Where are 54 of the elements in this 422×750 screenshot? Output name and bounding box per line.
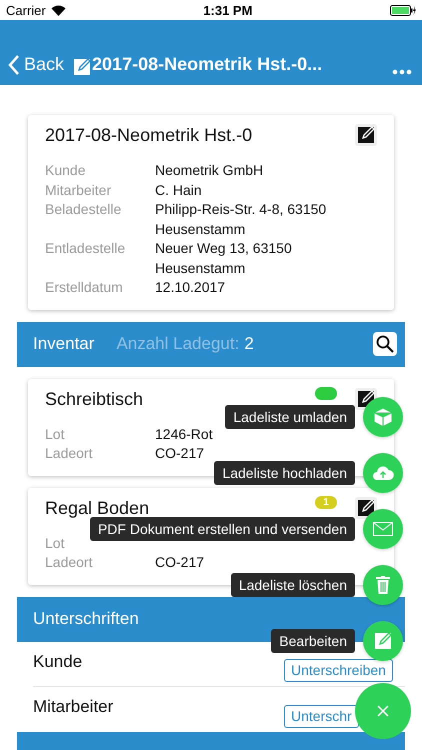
count-label: Anzahl Ladegut:: [116, 334, 240, 354]
edit-icon: [358, 500, 374, 516]
action-tooltip: PDF Dokument erstellen und versenden: [90, 517, 355, 541]
field-value: Philipp-Reis-Str. 4-8, 63150 Heusenstamm: [155, 200, 328, 238]
field-label: Ladeort: [45, 553, 94, 572]
cube-icon: [372, 406, 394, 428]
edit-icon: [358, 127, 374, 143]
field-label: Entladestelle: [45, 239, 126, 258]
field-value: 1246-Rot: [155, 424, 213, 444]
field-label: Kunde: [45, 161, 86, 180]
wifi-icon: [50, 4, 66, 16]
edit-icon: [375, 633, 391, 649]
signer-label: Mitarbeiter: [33, 697, 114, 717]
clock-time: 1:31 PM: [203, 2, 252, 18]
count-badge: 1: [315, 496, 337, 508]
edit-icon: [74, 59, 90, 75]
edit-button[interactable]: [355, 124, 377, 146]
back-button[interactable]: Back: [8, 54, 64, 75]
field-label: Lot: [45, 424, 66, 444]
envelope-icon: [373, 522, 393, 536]
carrier-label: Carrier: [6, 2, 46, 18]
action-tooltip: Ladeliste hochladen: [214, 461, 355, 485]
battery-icon: [390, 4, 416, 16]
section-title: Unterschriften: [33, 609, 139, 629]
field-label: Mitarbeiter: [45, 180, 112, 200]
sign-button[interactable]: Unterschr: [284, 704, 359, 728]
action-tooltip: Ladeliste umladen: [225, 405, 355, 429]
search-icon: [376, 335, 394, 353]
edit-button[interactable]: [355, 496, 377, 518]
item-name: Regal Boden: [45, 498, 150, 518]
field-label: Erstelldatum: [45, 278, 124, 297]
field-value: CO-217: [155, 553, 204, 572]
field-label: Beladestelle: [45, 200, 122, 219]
action-tooltip: Bearbeiten: [271, 629, 355, 653]
field-label: Ladeort: [45, 444, 94, 463]
action-tooltip: Ladeliste löschen: [230, 573, 355, 597]
sign-button[interactable]: Unterschreiben: [284, 658, 393, 682]
item-name: Schreibtisch: [45, 388, 144, 408]
field-value: C. Hain: [155, 180, 202, 200]
chevron-left-icon: [8, 54, 20, 74]
count-value: 2: [244, 334, 254, 354]
field-value: Neuer Weg 13, 63150 Heusenstamm: [155, 239, 293, 278]
field-value: Neometrik GmbH: [155, 161, 264, 180]
section-title: Inventar: [33, 334, 94, 354]
field-label: Lot: [45, 534, 66, 552]
cloud-upload-icon: [372, 465, 394, 481]
order-title: 2017-08-Neometrik Hst.-0: [45, 125, 252, 145]
field-value: CO-217: [155, 444, 204, 463]
field-value: 12.10.2017: [155, 278, 226, 297]
page-title: 2017-08-Neometrik Hst.-0...: [92, 54, 322, 75]
trash-icon: [376, 576, 390, 594]
search-button[interactable]: [373, 332, 397, 356]
more-button[interactable]: [392, 69, 412, 75]
signer-label: Kunde: [33, 652, 82, 672]
